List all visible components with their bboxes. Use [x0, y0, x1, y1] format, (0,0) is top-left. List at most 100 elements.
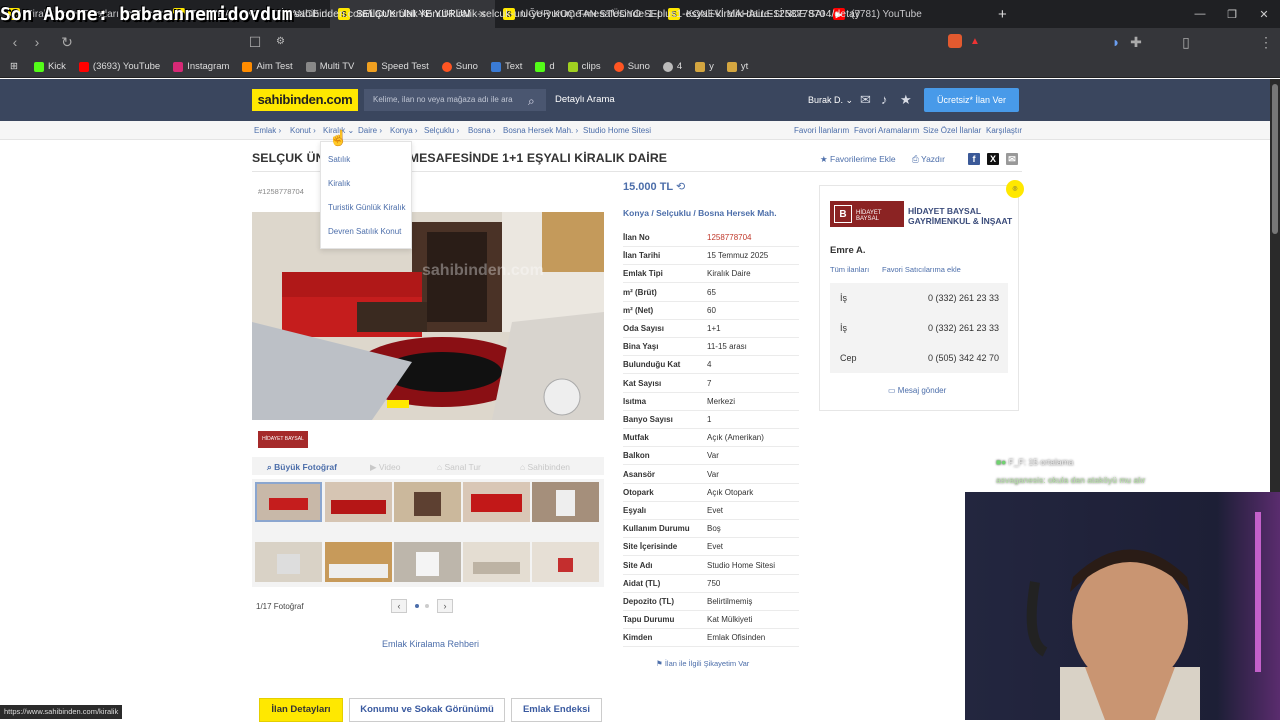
bookmark-item[interactable]: 4 — [662, 61, 682, 72]
bookmark-item[interactable]: Kick — [33, 61, 66, 72]
dropdown-item-turistik[interactable]: Turistik Günlük Kiralık — [328, 203, 406, 212]
tab-real-estate-index[interactable]: Emlak Endeksi — [511, 698, 602, 722]
email-share-icon[interactable]: ✉ — [1006, 153, 1018, 165]
history-icon[interactable]: ⟲ — [676, 181, 685, 193]
thumbnail[interactable] — [325, 542, 392, 582]
advanced-search-link[interactable]: Detaylı Arama — [555, 94, 615, 105]
bookmark-folder[interactable]: yt — [726, 61, 748, 72]
back-icon[interactable]: ‹ — [4, 34, 26, 50]
facebook-icon[interactable]: f — [968, 153, 980, 165]
tab-large-photo[interactable]: ⌕ Büyük Fotoğraf — [267, 462, 337, 473]
menu-icon[interactable]: ⋮ — [1255, 34, 1277, 51]
thumbnail[interactable] — [532, 482, 599, 522]
thumbnail[interactable] — [255, 542, 322, 582]
pager-dot[interactable] — [425, 604, 429, 608]
site-logo[interactable]: sahibinden.com — [252, 89, 358, 111]
bookmark-item[interactable]: Suno — [441, 61, 478, 72]
agency-logo-small[interactable]: HİDAYET BAYSAL — [258, 431, 308, 448]
agency-logo[interactable]: B HİDAYET BAYSAL — [830, 201, 904, 227]
breadcrumb-item[interactable]: Konut › — [290, 126, 316, 135]
search-icon[interactable]: ⌕ — [528, 94, 535, 109]
x-icon[interactable]: X — [987, 153, 999, 165]
site-info-icon[interactable]: ⚙ — [276, 36, 285, 47]
bookmark-item[interactable]: (3693) YouTube — [78, 61, 160, 72]
mail-icon[interactable]: ✉ — [860, 92, 871, 108]
add-favorite-link[interactable]: ★ Favorilerime Ekle — [820, 154, 896, 165]
address-bar[interactable]: sahibinden.com/ilan/emlak-konut-kiralik-… — [268, 4, 988, 24]
star-icon[interactable]: ★ — [900, 92, 912, 108]
extension-icon[interactable]: ◗ — [1105, 34, 1127, 50]
tab-listing-details[interactable]: İlan Detayları — [259, 698, 343, 722]
thumbnail[interactable] — [394, 542, 461, 582]
bookmark-icon[interactable]: ☐ — [244, 34, 266, 51]
bookmark-item[interactable]: Speed Test — [367, 61, 429, 72]
scrollbar-thumb[interactable] — [1272, 84, 1278, 234]
post-listing-button[interactable]: Ücretsiz* İlan Ver — [924, 88, 1019, 112]
bookmark-item[interactable]: Text — [490, 61, 522, 72]
send-message-link[interactable]: ▭ Mesaj gönder — [888, 386, 946, 395]
main-photo[interactable]: sahibinden.com — [252, 212, 604, 420]
bookmark-item[interactable]: Multi TV — [305, 61, 354, 72]
thumbnail[interactable] — [394, 482, 461, 522]
special-listings-link[interactable]: Size Özel İlanlar — [923, 126, 981, 135]
star-icon: ★ — [820, 154, 828, 164]
agency-name[interactable]: HİDAYET BAYSAL GAYRİMENKUL & İNŞAAT — [908, 206, 1012, 226]
print-link[interactable]: ⎙ Yazdır — [912, 154, 945, 165]
reload-icon[interactable]: ↻ — [56, 34, 78, 51]
apps-icon[interactable]: ⊞ — [10, 61, 18, 72]
maximize-icon[interactable]: ❐ — [1216, 8, 1248, 21]
favorite-seller-link[interactable]: Favori Satıcılarıma ekle — [882, 265, 961, 274]
next-photo-button[interactable]: › — [437, 599, 453, 613]
breadcrumb-item[interactable]: Studio Home Sitesi — [583, 126, 651, 135]
tab-location-street-view[interactable]: Konumu ve Sokak Görünümü — [349, 698, 505, 722]
prev-photo-button[interactable]: ‹ — [391, 599, 407, 613]
bookmark-item[interactable]: d — [535, 61, 555, 72]
puzzle-icon[interactable]: ✚ — [1125, 34, 1147, 51]
location-item[interactable]: Selçuklu — [656, 208, 691, 218]
detail-row: İlan No 1258778704 — [623, 229, 799, 247]
search-input[interactable]: Kelime, ilan no veya mağaza adı ile ara — [364, 89, 546, 111]
all-listings-link[interactable]: Tüm ilanları — [830, 265, 869, 274]
bookmark-item[interactable]: Suno — [613, 61, 650, 72]
favorite-searches-link[interactable]: Favori Aramalarım — [854, 126, 919, 135]
thumbnail[interactable] — [255, 482, 322, 522]
location-item[interactable]: Konya — [623, 208, 649, 218]
user-menu[interactable]: Burak D. ⌄ — [808, 95, 853, 106]
rewards-icon[interactable]: ▲ — [970, 36, 980, 47]
minimize-icon[interactable]: — — [1184, 8, 1216, 21]
thumbnail[interactable] — [325, 482, 392, 522]
store-badge-icon[interactable]: ◎ — [1006, 180, 1024, 198]
tab-video[interactable]: ▶ Video — [370, 462, 401, 473]
tab-virtual-tour[interactable]: ⌂ Sanal Tur — [437, 462, 481, 472]
thumbnail[interactable] — [532, 542, 599, 582]
breadcrumb-item[interactable]: Bosna › — [468, 126, 496, 135]
breadcrumb-item[interactable]: Bosna Hersek Mah. › — [503, 126, 578, 135]
bookmark-folder[interactable]: y — [695, 61, 714, 72]
dropdown-item-satilik[interactable]: Satılık — [328, 155, 350, 164]
bookmark-item[interactable]: Aim Test — [242, 61, 293, 72]
dropdown-item-kiralik[interactable]: Kiralık — [328, 179, 350, 188]
dropdown-item-devren[interactable]: Devren Satılık Konut — [328, 227, 401, 236]
sidebar-icon[interactable]: ▯ — [1175, 34, 1197, 51]
pager-dot[interactable] — [415, 604, 419, 608]
bookmark-item[interactable]: Instagram — [173, 61, 229, 72]
forward-icon[interactable]: › — [26, 34, 48, 50]
rental-guide-link[interactable]: Emlak Kiralama Rehberi — [382, 639, 479, 649]
location-item[interactable]: Bosna Hersek Mah. — [698, 208, 776, 218]
bookmark-item[interactable]: clips — [567, 61, 601, 72]
tab-from-owner[interactable]: ⌂ Sahibinden — [520, 462, 570, 472]
breadcrumb-item[interactable]: Daire › — [358, 126, 382, 135]
favorite-listings-link[interactable]: Favori İlanlarım — [794, 126, 849, 135]
bell-icon[interactable]: ♪ — [881, 92, 888, 107]
new-tab-icon[interactable]: + — [990, 0, 1020, 28]
report-listing-link[interactable]: ⚑ İlan ile İlgili Şikayetim Var — [656, 659, 749, 668]
close-window-icon[interactable]: ✕ — [1248, 8, 1280, 21]
detail-row: Isıtma Merkezi — [623, 393, 799, 411]
breadcrumb-item[interactable]: Emlak › — [254, 126, 281, 135]
breadcrumb-item[interactable]: Konya › — [390, 126, 418, 135]
compare-link[interactable]: Karşılaştır — [986, 126, 1022, 135]
breadcrumb-item[interactable]: Selçuklu › — [424, 126, 459, 135]
thumbnail[interactable] — [463, 542, 530, 582]
thumbnail[interactable] — [463, 482, 530, 522]
brave-shield-icon[interactable] — [948, 34, 962, 48]
